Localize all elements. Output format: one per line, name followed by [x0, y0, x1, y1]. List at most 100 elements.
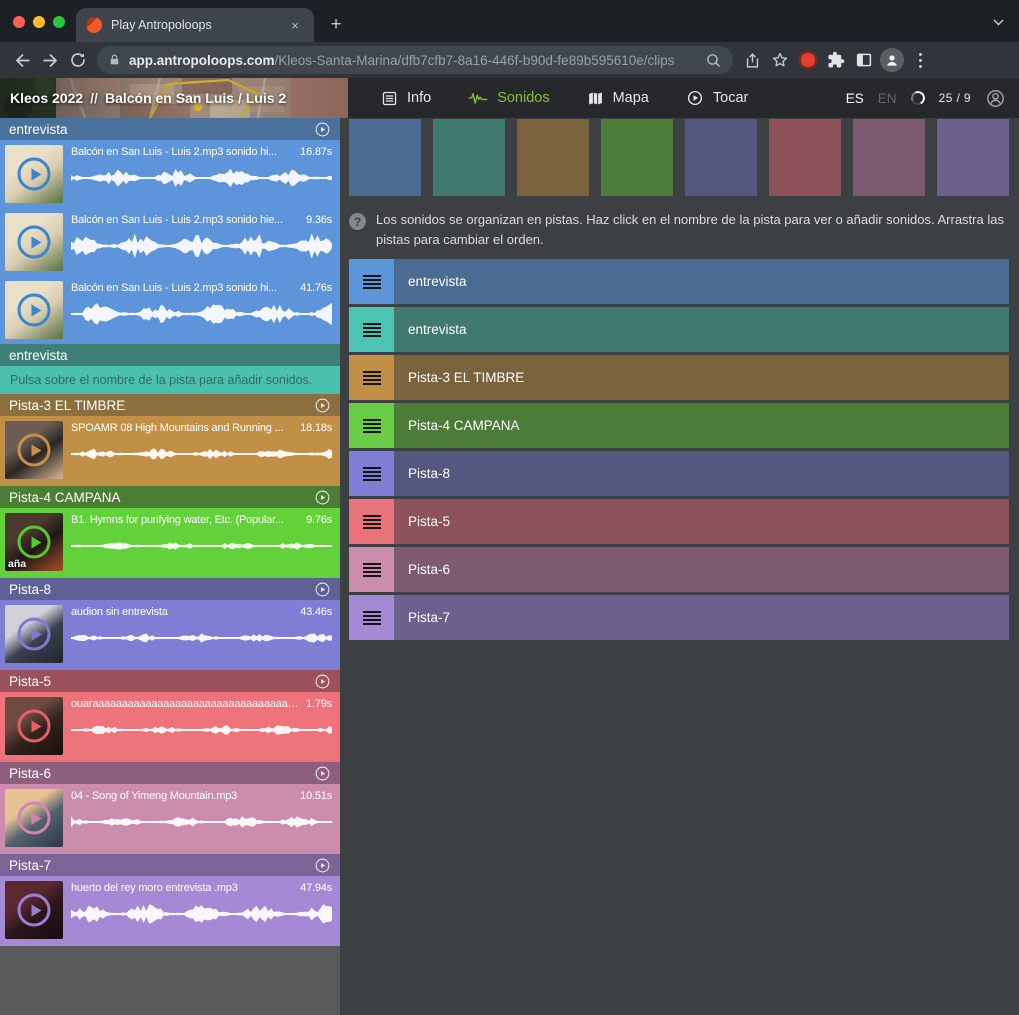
clip-play-button[interactable] — [18, 158, 51, 191]
sidebar-track-header-pista-7-7[interactable]: Pista-7 — [0, 854, 340, 876]
track-play-button[interactable] — [314, 121, 331, 138]
track-row-body[interactable]: Pista-8 — [394, 451, 1009, 496]
tab-search-chevron-icon[interactable] — [993, 15, 1003, 25]
share-button[interactable] — [738, 46, 766, 74]
track-play-button[interactable] — [314, 673, 331, 690]
track-row-body[interactable]: Pista-5 — [394, 499, 1009, 544]
zoom-window-button[interactable] — [53, 16, 65, 28]
track-row[interactable]: Pista-3 EL TIMBRE — [349, 355, 1009, 400]
clip-play-button[interactable] — [18, 710, 51, 743]
sidebar-track-header-pista-4-campana-3[interactable]: Pista-4 CAMPANA — [0, 486, 340, 508]
clip-thumbnail[interactable] — [5, 213, 63, 271]
track-row[interactable]: Pista-4 CAMPANA — [349, 403, 1009, 448]
nav-item-tocar[interactable]: Tocar — [686, 89, 748, 107]
nav-item-info[interactable]: Info — [381, 90, 431, 107]
clip-thumbnail[interactable]: aña — [5, 513, 63, 571]
sidebar-track-header-entrevista-1[interactable]: entrevista — [0, 344, 340, 366]
track-row-body[interactable]: Pista-3 EL TIMBRE — [394, 355, 1009, 400]
track-row[interactable]: Pista-8 — [349, 451, 1009, 496]
track-row-body[interactable]: Pista-6 — [394, 547, 1009, 592]
track-drag-handle[interactable] — [349, 595, 394, 640]
lang-es-button[interactable]: ES — [846, 91, 864, 106]
track-row[interactable]: Pista-6 — [349, 547, 1009, 592]
clip-thumbnail[interactable] — [5, 145, 63, 203]
extensions-button[interactable] — [822, 46, 850, 74]
close-window-button[interactable] — [13, 16, 25, 28]
clip-play-button[interactable] — [18, 618, 51, 651]
forward-button[interactable] — [36, 46, 64, 74]
clip-play-button[interactable] — [18, 434, 51, 467]
clip-item[interactable]: Balcón en San Luis - Luis 2.mp3 sonido h… — [0, 140, 340, 208]
clip-item[interactable]: 04 - Song of Yimeng Mountain.mp310.51s — [0, 784, 340, 854]
back-button[interactable] — [8, 46, 36, 74]
clip-item[interactable]: huerto del rey moro entrevista .mp347.94… — [0, 876, 340, 946]
track-row-body[interactable]: Pista-4 CAMPANA — [394, 403, 1009, 448]
clip-item[interactable]: Balcón en San Luis - Luis 2.mp3 sonido h… — [0, 276, 340, 344]
clip-item[interactable]: Balcón en San Luis - Luis 2.mp3 sonido h… — [0, 208, 340, 276]
url-bar[interactable]: app.antropoloops.com/Kleos-Santa-Marina/… — [97, 46, 733, 74]
profile-button[interactable] — [878, 46, 906, 74]
track-row[interactable]: entrevista — [349, 259, 1009, 304]
clip-thumbnail[interactable] — [5, 421, 63, 479]
clip-play-button[interactable] — [18, 226, 51, 259]
play-triangle-icon — [31, 536, 41, 548]
clip-thumbnail[interactable] — [5, 281, 63, 339]
clip-thumbnail[interactable] — [5, 605, 63, 663]
track-drag-handle[interactable] — [349, 307, 394, 352]
bookmark-star-button[interactable] — [766, 46, 794, 74]
account-icon[interactable] — [985, 88, 1006, 109]
track-row[interactable]: entrevista — [349, 307, 1009, 352]
sidebar-track-header-pista-6-6[interactable]: Pista-6 — [0, 762, 340, 784]
track-play-button[interactable] — [314, 765, 331, 782]
sidebar-track-header-entrevista-0[interactable]: entrevista — [0, 118, 340, 140]
track-drag-handle[interactable] — [349, 451, 394, 496]
clip-title-row: SPOAMR 08 High Mountains and Running ...… — [71, 422, 332, 434]
tab-close-icon[interactable]: × — [286, 18, 304, 33]
clip-thumbnail[interactable] — [5, 881, 63, 939]
clip-item[interactable]: añaB1. Hymns for purifying water, Etc. (… — [0, 508, 340, 578]
record-extension-button[interactable] — [794, 46, 822, 74]
new-tab-button[interactable]: + — [322, 11, 350, 39]
clip-body: ouaraaaaaaaaaaaaaaaaaaaaaaaaaaaaaaaaaa..… — [63, 697, 334, 757]
minimize-window-button[interactable] — [33, 16, 45, 28]
drag-handle-icon — [363, 323, 381, 337]
sidebar-track-header-pista-5-5[interactable]: Pista-5 — [0, 670, 340, 692]
clip-item[interactable]: SPOAMR 08 High Mountains and Running ...… — [0, 416, 340, 486]
track-drag-handle[interactable] — [349, 499, 394, 544]
reload-button[interactable] — [64, 46, 92, 74]
nav-item-sonidos[interactable]: Sonidos — [468, 90, 549, 106]
clip-thumbnail[interactable] — [5, 789, 63, 847]
browser-tab[interactable]: Play Antropoloops × — [76, 8, 314, 42]
clip-item[interactable]: ouaraaaaaaaaaaaaaaaaaaaaaaaaaaaaaaaaaa..… — [0, 692, 340, 762]
clip-play-button[interactable] — [18, 294, 51, 327]
help-icon[interactable]: ? — [349, 213, 366, 230]
sidebar-track-header-pista-3-el-timbre-2[interactable]: Pista-3 EL TIMBRE — [0, 394, 340, 416]
track-row-body[interactable]: entrevista — [394, 259, 1009, 304]
track-play-button[interactable] — [314, 857, 331, 874]
clip-play-button[interactable] — [18, 894, 51, 927]
sidebar-track-tip: Pulsa sobre el nombre de la pista para a… — [0, 366, 340, 394]
lang-en-button[interactable]: EN — [878, 91, 897, 106]
track-play-button[interactable] — [314, 397, 331, 414]
track-row-body[interactable]: Pista-7 — [394, 595, 1009, 640]
sidebar-track-header-pista-8-4[interactable]: Pista-8 — [0, 578, 340, 600]
track-play-button[interactable] — [314, 581, 331, 598]
track-row-body[interactable]: entrevista — [394, 307, 1009, 352]
track-row[interactable]: Pista-5 — [349, 499, 1009, 544]
track-row[interactable]: Pista-7 — [349, 595, 1009, 640]
track-drag-handle[interactable] — [349, 259, 394, 304]
play-icon — [314, 673, 331, 690]
clip-play-button[interactable] — [18, 802, 51, 835]
project-map-thumbnail[interactable]: Kleos 2022 // Balcón en San Luis / Luis … — [0, 78, 348, 118]
clip-item[interactable]: audion sin entrevista43.46s — [0, 600, 340, 670]
track-drag-handle[interactable] — [349, 403, 394, 448]
track-play-button[interactable] — [314, 489, 331, 506]
zoom-page-icon[interactable] — [705, 52, 722, 69]
track-drag-handle[interactable] — [349, 355, 394, 400]
clip-thumbnail[interactable] — [5, 697, 63, 755]
nav-item-mapa[interactable]: Mapa — [587, 90, 649, 107]
track-drag-handle[interactable] — [349, 547, 394, 592]
clip-play-button[interactable] — [18, 526, 51, 559]
side-panel-button[interactable] — [850, 46, 878, 74]
menu-button[interactable] — [906, 46, 934, 74]
